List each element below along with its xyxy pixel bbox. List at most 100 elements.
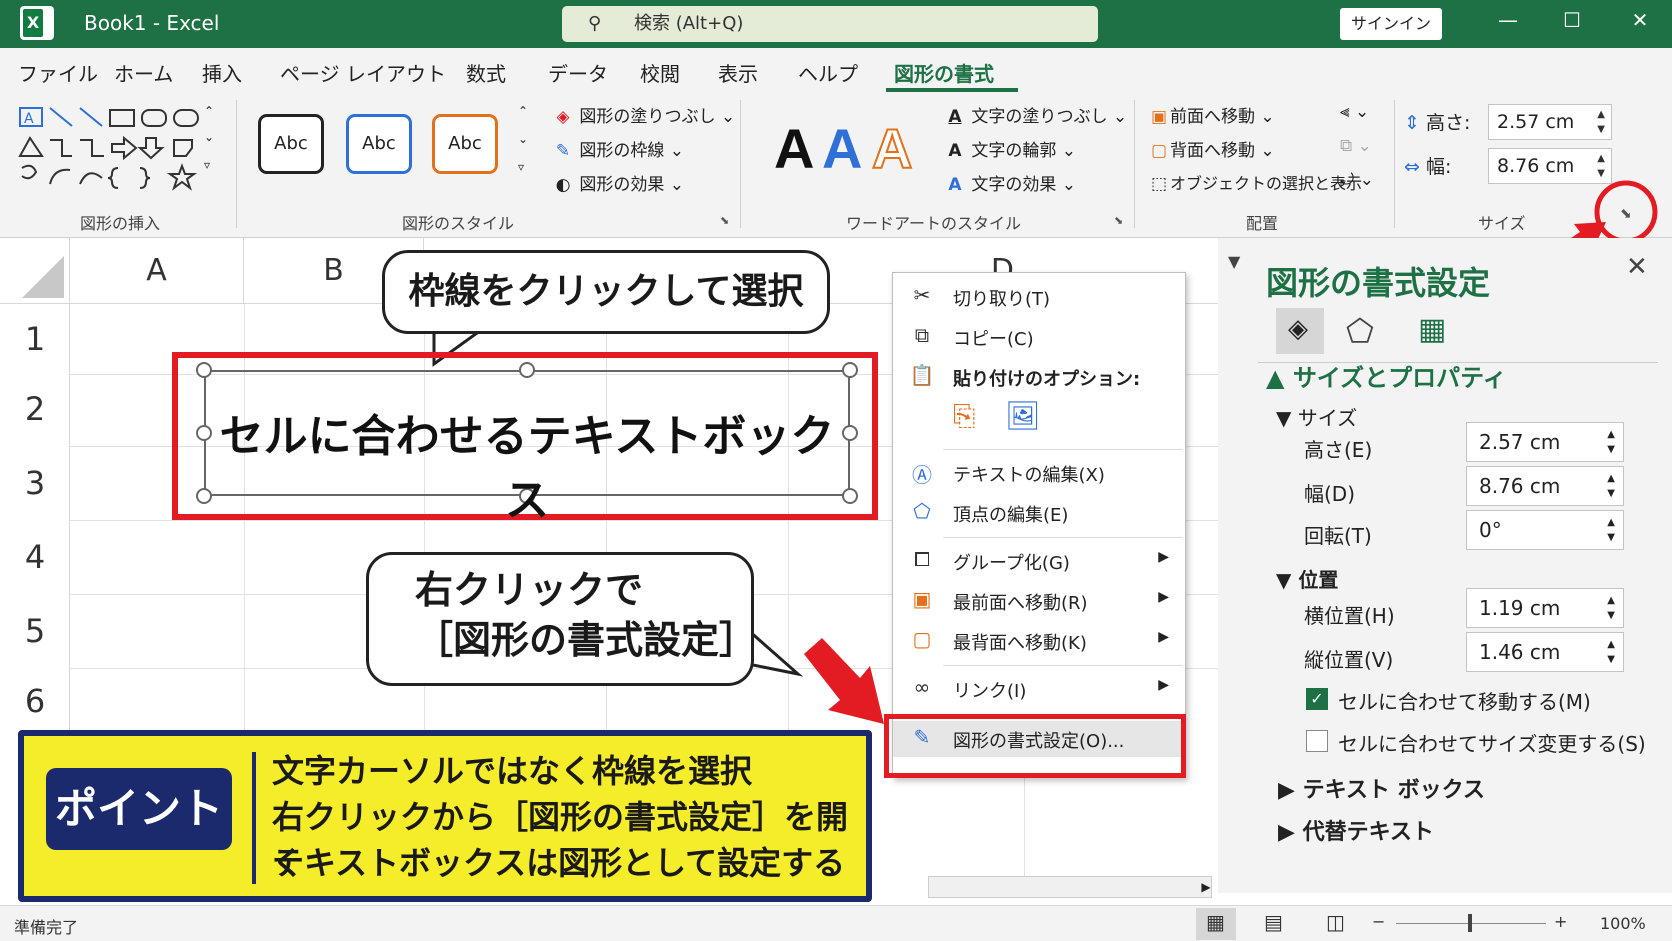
row-header-3[interactable]: 3 bbox=[0, 464, 70, 502]
style-scroll-up[interactable]: ⌃ bbox=[518, 104, 528, 118]
text-outline-icon: A bbox=[948, 141, 962, 161]
shape-outline-button[interactable]: ✎ 図形の枠線 ⌄ bbox=[552, 136, 684, 161]
zoom-in-icon[interactable]: + bbox=[1554, 912, 1567, 931]
shape-gallery[interactable]: A bbox=[14, 102, 210, 192]
wordart-black[interactable]: A bbox=[774, 116, 814, 181]
group-icon: ⧠ bbox=[914, 547, 930, 571]
select-all-corner[interactable] bbox=[0, 238, 70, 304]
pane-options-icon[interactable]: ▼ bbox=[1228, 252, 1240, 271]
close-window-button[interactable]: ✕ bbox=[1620, 8, 1660, 32]
maximize-button[interactable]: ☐ bbox=[1552, 8, 1592, 32]
group-objects-button[interactable]: ⧉ ⌄ bbox=[1340, 136, 1372, 156]
tab-view[interactable]: 表示 bbox=[718, 58, 758, 87]
tab-shape-format[interactable]: 図形の書式 bbox=[894, 58, 994, 87]
rotate-button[interactable]: ⤾ ⌄ bbox=[1340, 170, 1374, 190]
shape-style-blue[interactable]: Abc bbox=[346, 114, 412, 174]
paste-option-keep-icon[interactable]: ⎘ bbox=[953, 399, 975, 433]
style-more[interactable]: ▿ bbox=[518, 160, 524, 174]
menu-item-edit-points[interactable]: ⬠ 頂点の編集(E) bbox=[893, 495, 1185, 531]
zoom-slider-thumb[interactable] bbox=[1468, 914, 1472, 932]
gallery-more[interactable]: ▿ bbox=[204, 158, 210, 172]
section-alt-text[interactable]: ▶ 代替テキスト bbox=[1278, 814, 1434, 846]
rotate-icon: ⤾ bbox=[1340, 170, 1355, 190]
height-spinner-icon[interactable]: ▲ ▼ bbox=[1597, 107, 1605, 137]
normal-view-icon[interactable]: ▦ bbox=[1206, 910, 1225, 934]
tab-page-layout[interactable]: ページ レイアウト bbox=[280, 58, 446, 87]
move-with-cells-checkbox[interactable]: ✓ bbox=[1306, 688, 1328, 710]
section-size-properties[interactable]: ▲ サイズとプロパティ bbox=[1266, 358, 1507, 393]
bring-forward-button[interactable]: ▣ 前面へ移動 ⌄ bbox=[1148, 102, 1275, 127]
horizontal-scrollbar[interactable] bbox=[928, 876, 1212, 898]
pane-rotation-input[interactable]: 0° ▲ ▼ bbox=[1466, 510, 1624, 550]
signin-button[interactable]: サインイン bbox=[1340, 8, 1442, 40]
align-button[interactable]: ⫷ ⌄ bbox=[1340, 102, 1369, 122]
pane-hpos-input[interactable]: 1.19 cm ▲ ▼ bbox=[1466, 588, 1624, 628]
resize-handle-tr[interactable] bbox=[842, 362, 858, 378]
shape-style-orange[interactable]: Abc bbox=[432, 114, 498, 174]
scroll-right-icon[interactable]: ▶ bbox=[1196, 876, 1216, 898]
gallery-scroll-up[interactable]: ⌃ bbox=[204, 104, 214, 118]
tab-formulas[interactable]: 数式 bbox=[466, 58, 506, 87]
row-header-6[interactable]: 6 bbox=[0, 682, 70, 720]
column-header-A[interactable]: A bbox=[70, 238, 244, 304]
subsection-position[interactable]: ▼ 位置 bbox=[1276, 564, 1338, 593]
wordart-blue[interactable]: A bbox=[822, 116, 862, 181]
shape-effects-button[interactable]: ◐ 図形の効果 ⌄ bbox=[552, 170, 684, 195]
tab-review[interactable]: 校閲 bbox=[640, 58, 680, 87]
size-properties-tab-icon[interactable]: ▦ bbox=[1418, 312, 1446, 347]
row-header-2[interactable]: 2 bbox=[0, 390, 70, 428]
page-layout-view-icon[interactable]: ▤ bbox=[1264, 910, 1283, 934]
row-header-5[interactable]: 5 bbox=[0, 612, 70, 650]
zoom-level[interactable]: 100% bbox=[1600, 914, 1646, 933]
resize-handle-t[interactable] bbox=[519, 362, 535, 378]
pane-width-input[interactable]: 8.76 cm ▲ ▼ bbox=[1466, 466, 1624, 506]
menu-item-copy[interactable]: ⧉ コピー(C) bbox=[893, 319, 1185, 355]
tab-data[interactable]: データ bbox=[548, 58, 608, 87]
menu-item-cut[interactable]: ✂ 切り取り(T) bbox=[893, 279, 1185, 315]
menu-item-link[interactable]: ∞ リンク(I) ▶ bbox=[893, 671, 1185, 707]
paste-option-picture-icon[interactable]: 🖼 bbox=[1005, 399, 1041, 432]
wordart-orange[interactable]: A bbox=[871, 116, 913, 181]
subsection-size[interactable]: ▼ サイズ bbox=[1276, 402, 1357, 431]
search-box[interactable]: ⚲ 検索 (Alt+Q) bbox=[562, 6, 1098, 42]
tab-file[interactable]: ファイル bbox=[18, 58, 98, 87]
resize-handle-tl[interactable] bbox=[196, 362, 212, 378]
menu-item-edit-text[interactable]: Ⓐ テキストの編集(X) bbox=[893, 455, 1185, 491]
size-with-cells-checkbox[interactable] bbox=[1306, 730, 1328, 752]
text-outline-button[interactable]: A 文字の輪郭 ⌄ bbox=[944, 136, 1076, 161]
style-scroll-down[interactable]: ⌄ bbox=[518, 132, 528, 146]
menu-item-bring-to-front[interactable]: ▣ 最前面へ移動(R) ▶ bbox=[893, 583, 1185, 619]
text-fill-button[interactable]: A 文字の塗りつぶし ⌄ bbox=[944, 102, 1127, 127]
shape-styles-launcher-icon[interactable]: ⬊ bbox=[720, 214, 729, 227]
tab-insert[interactable]: 挿入 bbox=[202, 58, 242, 87]
tab-home[interactable]: ホーム bbox=[114, 58, 173, 87]
minimize-button[interactable]: — bbox=[1488, 8, 1528, 32]
send-backward-icon: ▢ bbox=[1150, 141, 1168, 161]
send-backward-button[interactable]: ▢ 背面へ移動 ⌄ bbox=[1148, 136, 1275, 161]
pane-close-icon[interactable]: ✕ bbox=[1626, 252, 1648, 282]
fill-line-tab[interactable]: ◈ bbox=[1276, 308, 1324, 354]
tab-help[interactable]: ヘルプ bbox=[798, 58, 858, 87]
search-icon: ⚲ bbox=[588, 13, 602, 34]
pane-vpos-input[interactable]: 1.46 cm ▲ ▼ bbox=[1466, 632, 1624, 672]
section-text-box[interactable]: ▶ テキスト ボックス bbox=[1278, 772, 1485, 804]
page-break-view-icon[interactable]: ◫ bbox=[1326, 910, 1345, 934]
status-bar: 準備完了 ▦ ▤ ◫ − + 100% bbox=[0, 905, 1672, 941]
wordart-launcher-icon[interactable]: ⬊ bbox=[1114, 214, 1123, 227]
gallery-scroll-down[interactable]: ⌄ bbox=[204, 130, 214, 144]
row-header-4[interactable]: 4 bbox=[0, 538, 70, 576]
pane-height-input[interactable]: 2.57 cm ▲ ▼ bbox=[1466, 422, 1624, 462]
menu-item-group[interactable]: ⧠ グループ化(G) ▶ bbox=[893, 543, 1185, 579]
text-effects-button[interactable]: A 文字の効果 ⌄ bbox=[944, 170, 1076, 195]
zoom-out-icon[interactable]: − bbox=[1372, 912, 1385, 931]
row-header-1[interactable]: 1 bbox=[0, 320, 70, 358]
callout-right-click: 右クリックで ［図形の書式設定］ bbox=[366, 552, 757, 686]
shape-fill-button[interactable]: ◈ 図形の塗りつぶし ⌄ bbox=[552, 102, 735, 127]
effects-tab-icon[interactable]: ⬠ bbox=[1346, 312, 1374, 350]
shape-style-black[interactable]: Abc bbox=[258, 114, 324, 174]
height-input[interactable]: 2.57 cm ▲ ▼ bbox=[1488, 104, 1612, 140]
point-line-1: 文字カーソルではなく枠線を選択 bbox=[272, 752, 753, 790]
edit-points-icon: ⬠ bbox=[913, 499, 931, 523]
menu-item-send-to-back[interactable]: ▢ 最背面へ移動(K) ▶ bbox=[893, 623, 1185, 659]
selection-pane-button[interactable]: ⬚ オブジェクトの選択と表示 bbox=[1148, 170, 1362, 194]
